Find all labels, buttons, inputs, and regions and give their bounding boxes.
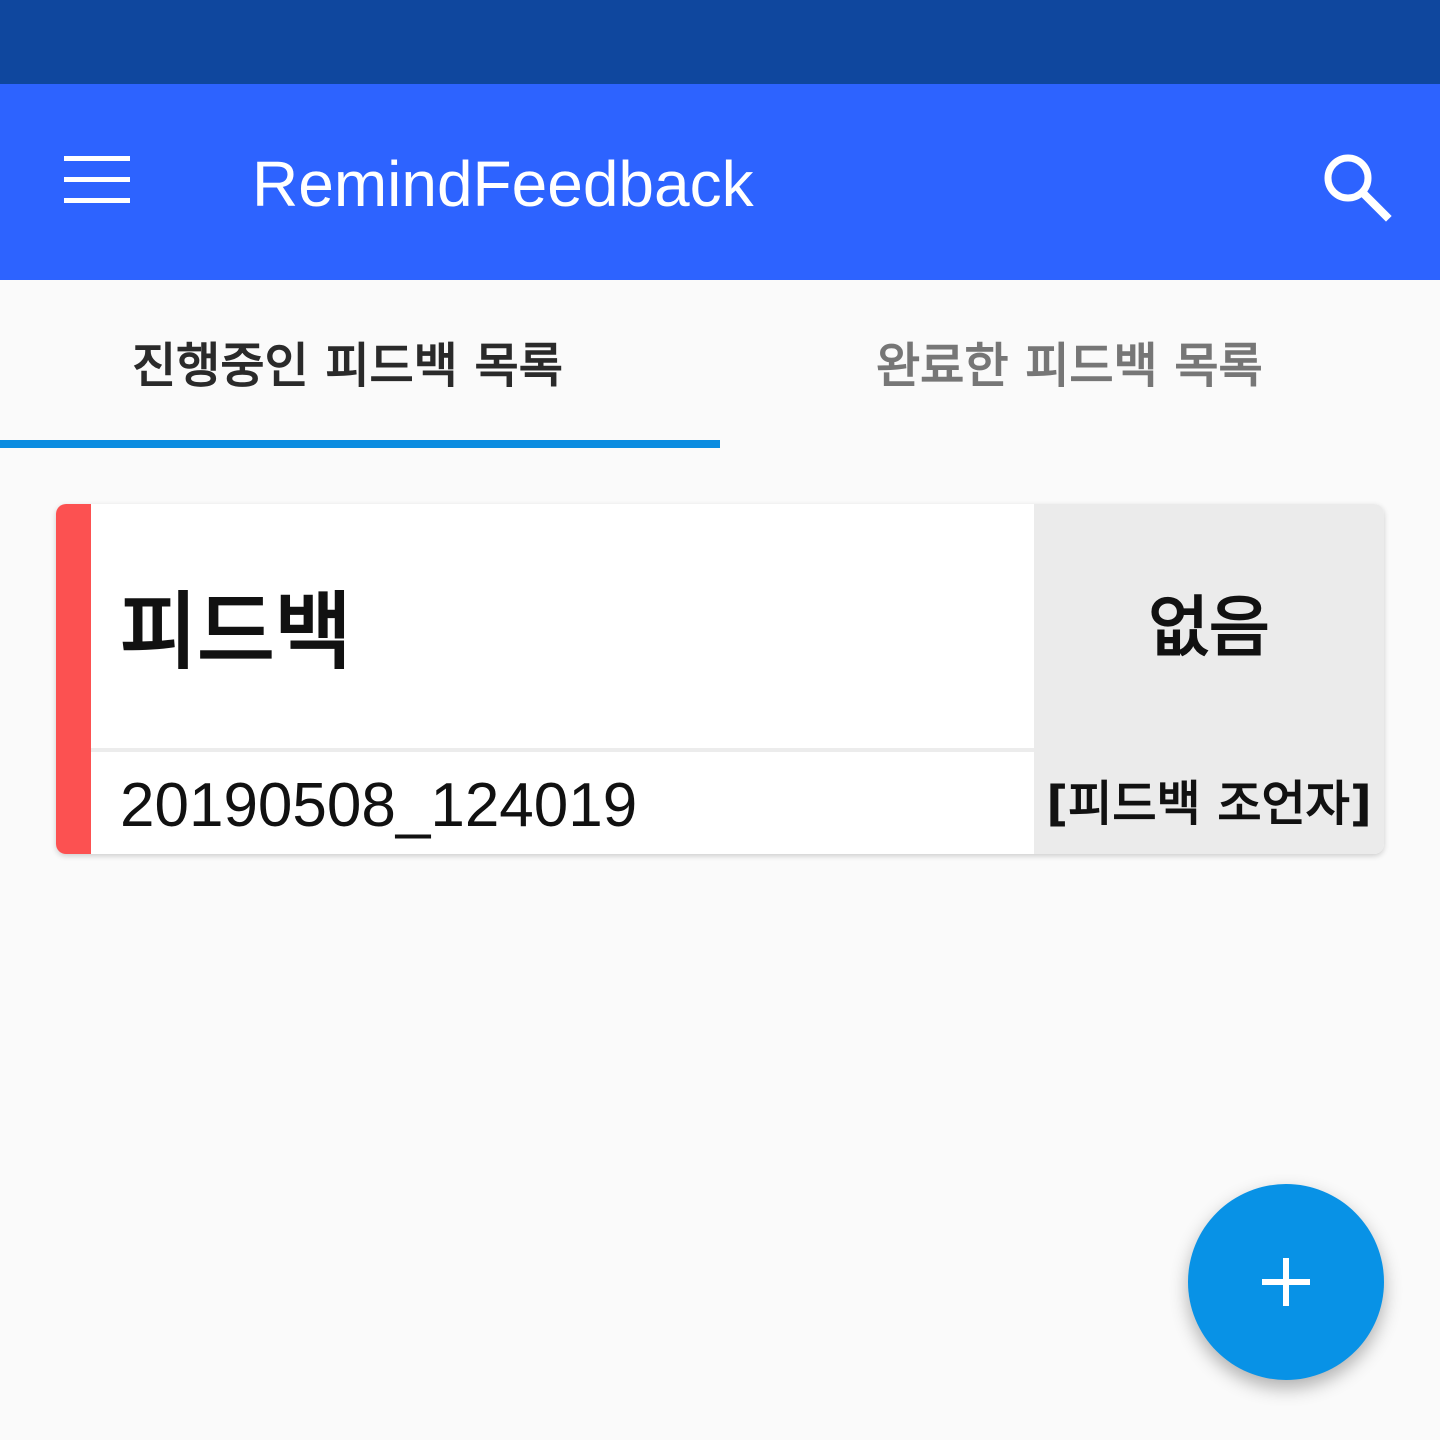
add-feedback-button[interactable]: [1188, 1184, 1384, 1380]
tab-in-progress[interactable]: 진행중인 피드백 목록: [0, 280, 720, 450]
plus-icon: [1246, 1242, 1326, 1322]
tab-indicator: [0, 440, 720, 448]
card-side-panel: 없음 [피드백 조언자]: [1034, 504, 1384, 854]
feedback-card[interactable]: 피드백 20190508_124019 없음 [피드백 조언자]: [56, 504, 1384, 854]
tab-completed[interactable]: 완료한 피드백 목록: [720, 280, 1440, 450]
tab-bar: 진행중인 피드백 목록 완료한 피드백 목록: [0, 280, 1440, 450]
status-bar: [0, 0, 1440, 84]
tab-in-progress-label: 진행중인 피드백 목록: [132, 338, 563, 394]
hamburger-menu-icon[interactable]: [62, 154, 132, 206]
feedback-date: 20190508_124019: [120, 771, 638, 840]
feedback-title: 피드백: [120, 583, 352, 681]
card-accent-bar: [56, 504, 91, 854]
app-title: RemindFeedback: [252, 148, 754, 220]
card-divider: [91, 748, 1034, 752]
feedback-status: 없음: [1148, 589, 1270, 666]
tab-completed-label: 완료한 피드백 목록: [876, 338, 1263, 394]
feedback-advisor: [피드백 조언자]: [1046, 776, 1372, 832]
search-icon[interactable]: [1318, 148, 1394, 224]
app-bar: RemindFeedback: [0, 84, 1440, 280]
